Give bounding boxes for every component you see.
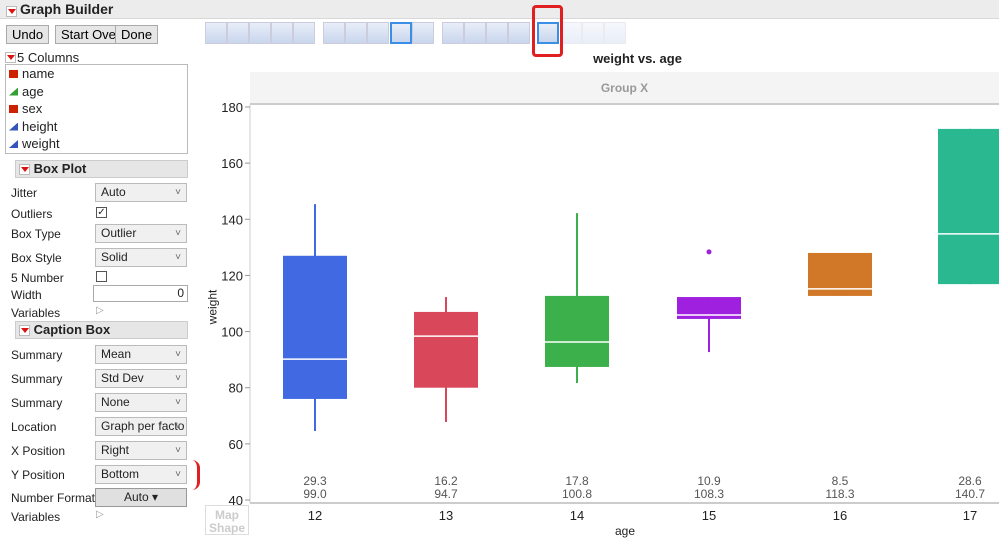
- y-tick-label: 160: [221, 156, 243, 171]
- caption-std-dev: 8.5: [832, 474, 849, 488]
- caption-mean: 94.7: [434, 487, 458, 501]
- caption-mean: 99.0: [303, 487, 327, 501]
- x-tick-label: 15: [702, 508, 716, 523]
- caption-mean: 118.3: [825, 487, 854, 501]
- x-tick-label: 13: [439, 508, 453, 523]
- caption-mean: 140.7: [955, 487, 985, 501]
- outlier-point: [706, 249, 712, 255]
- y-tick-label: 100: [221, 325, 243, 340]
- caption-mean: 100.8: [562, 487, 592, 501]
- box-plot-chart: 40 60 80 100 120 140 160 180 29.399.0 12 16.294.7 1…: [221, 100, 999, 523]
- y-tick-label: 180: [221, 100, 243, 115]
- box-14: [545, 295, 609, 367]
- caption-std-dev: 16.2: [434, 474, 458, 488]
- caption-std-dev: 17.8: [565, 474, 589, 488]
- x-tick-label: 12: [308, 508, 322, 523]
- y-tick-label: 140: [221, 212, 243, 227]
- x-tick-label: 17: [963, 508, 977, 523]
- box-17: [938, 128, 999, 285]
- x-tick-label: 14: [570, 508, 584, 523]
- caption-std-dev: 10.9: [697, 474, 721, 488]
- x-tick-label: 16: [833, 508, 847, 523]
- y-tick-label: 80: [229, 381, 243, 396]
- box-12: [283, 255, 347, 399]
- caption-std-dev: 28.6: [958, 474, 982, 488]
- caption-std-dev: 29.3: [303, 474, 327, 488]
- box-13: [414, 311, 478, 388]
- y-tick-label: 60: [229, 437, 243, 452]
- y-tick-label: 120: [221, 268, 243, 283]
- caption-mean: 108.3: [694, 487, 724, 501]
- y-tick-label: 40: [229, 493, 243, 508]
